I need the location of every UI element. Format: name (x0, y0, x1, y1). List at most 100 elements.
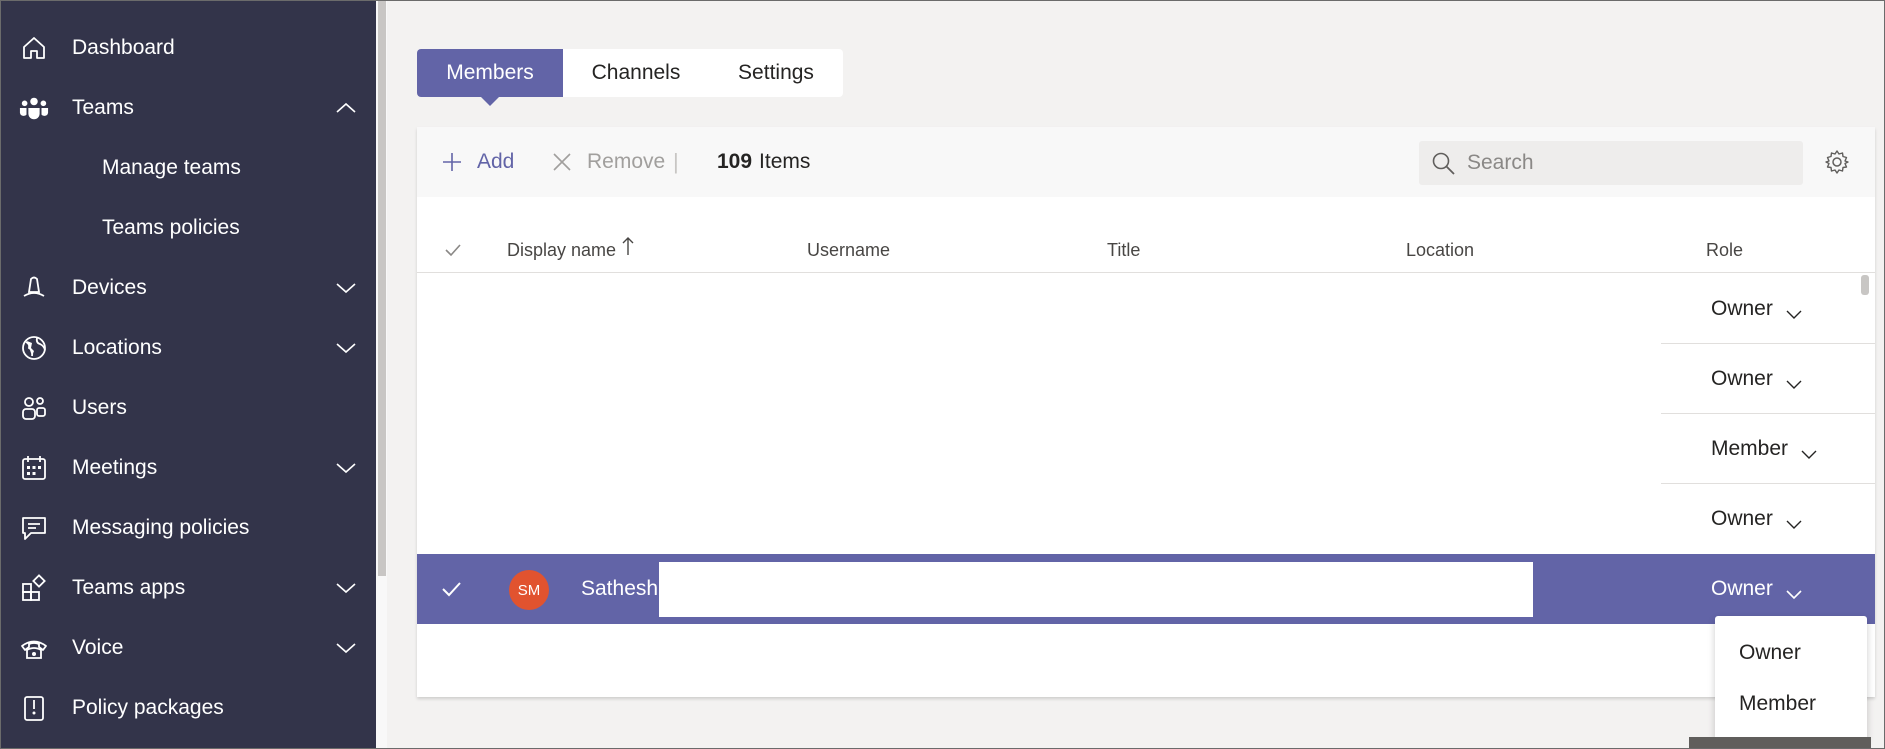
tab-bar: Members Channels Settings (417, 49, 843, 106)
column-header-display-name[interactable]: Display name (507, 227, 634, 273)
nav-label: Users (72, 396, 127, 419)
chevron-down-icon (1800, 443, 1818, 459)
nav-label: Messaging policies (72, 516, 250, 539)
chevron-down-icon (335, 341, 357, 355)
nav-label: Voice (72, 636, 124, 659)
nav-label: Teams apps (72, 576, 186, 599)
column-header-location[interactable]: Location (1406, 227, 1474, 273)
role-value: Owner (1711, 577, 1773, 600)
horizontal-scrollbar[interactable] (1689, 737, 1871, 748)
add-member-button[interactable]: Add (441, 127, 514, 197)
column-header-title[interactable]: Title (1107, 227, 1140, 273)
table-header: Display name Username Title Location Rol… (417, 227, 1875, 273)
nav-item-manage-teams[interactable]: Manage teams (1, 138, 376, 198)
role-dropdown[interactable]: Owner (1711, 554, 1803, 624)
tab-settings[interactable]: Settings (709, 49, 843, 97)
redacted-area (659, 562, 1533, 617)
nav-label: Manage teams (102, 156, 241, 179)
role-dropdown-menu: Owner Member (1715, 616, 1867, 740)
nav-item-teams-policies[interactable]: Teams policies (1, 198, 376, 258)
nav-item-meetings[interactable]: Meetings (1, 438, 376, 498)
users-icon (19, 393, 49, 423)
table-row[interactable]: Owner (417, 274, 1875, 344)
role-value: Member (1711, 437, 1789, 460)
apps-icon (19, 573, 49, 603)
role-dropdown[interactable]: Owner (1711, 274, 1803, 344)
package-icon (19, 693, 49, 723)
chevron-down-icon (1785, 373, 1803, 389)
items-count-number: 109 (717, 150, 753, 173)
column-header-username[interactable]: Username (807, 227, 890, 273)
phone-icon (19, 633, 49, 663)
close-icon (551, 151, 573, 173)
nav-item-locations[interactable]: Locations (1, 318, 376, 378)
chevron-down-icon (335, 461, 357, 475)
table-row-selected[interactable]: SM Sathesh Owner (417, 554, 1875, 624)
sort-ascending-icon (622, 236, 634, 256)
role-value: Owner (1711, 297, 1773, 320)
row-checkmark-icon[interactable] (439, 577, 463, 601)
chevron-down-icon (1785, 303, 1803, 319)
table-row[interactable]: Owner (417, 344, 1875, 414)
table-row[interactable]: Owner (417, 484, 1875, 554)
table-scrollbar-thumb[interactable] (1861, 275, 1869, 295)
column-label: Display name (507, 239, 617, 260)
nav-item-teams[interactable]: Teams (1, 78, 376, 138)
role-option-owner[interactable]: Owner (1739, 633, 1801, 673)
role-dropdown[interactable]: Owner (1711, 484, 1803, 554)
message-icon (19, 513, 49, 543)
chevron-down-icon (335, 581, 357, 595)
search-icon (1431, 151, 1456, 176)
tab-channels[interactable]: Channels (563, 49, 709, 97)
chevron-down-icon (1785, 583, 1803, 600)
items-count: 109 Items (717, 127, 810, 197)
nav-label: Teams (72, 96, 134, 119)
globe-icon (19, 333, 49, 363)
table-row[interactable]: Member (417, 414, 1875, 484)
nav-item-voice[interactable]: Voice (1, 618, 376, 678)
nav-item-messaging-policies[interactable]: Messaging policies (1, 498, 376, 558)
app-window: Dashboard Teams Manage teams Teams polic… (0, 0, 1885, 749)
left-navigation: Dashboard Teams Manage teams Teams polic… (1, 1, 376, 748)
nav-item-devices[interactable]: Devices (1, 258, 376, 318)
select-all-checkbox[interactable] (444, 227, 464, 273)
remove-label: Remove (587, 150, 666, 173)
nav-item-teams-apps[interactable]: Teams apps (1, 558, 376, 618)
members-panel: Add Remove | 109 Items Search Display na… (417, 127, 1875, 697)
role-dropdown[interactable]: Owner (1711, 344, 1803, 414)
nav-label: Policy packages (72, 696, 224, 719)
remove-member-button[interactable]: Remove (551, 127, 665, 197)
member-display-name: Sathesh (581, 577, 659, 600)
home-icon (19, 33, 49, 63)
chevron-down-icon (1785, 513, 1803, 529)
tab-members[interactable]: Members (417, 49, 563, 106)
nav-label: Dashboard (72, 36, 175, 59)
nav-item-policy-packages[interactable]: Policy packages (1, 678, 376, 738)
add-label: Add (477, 150, 515, 173)
gear-icon[interactable] (1824, 149, 1850, 175)
search-input[interactable] (1467, 141, 1787, 185)
chevron-up-icon (335, 101, 357, 115)
toolbar-separator: | (673, 149, 679, 174)
members-toolbar: Add Remove | 109 Items (417, 127, 1875, 197)
nav-label: Meetings (72, 456, 158, 479)
column-header-role[interactable]: Role (1706, 227, 1743, 273)
chevron-down-icon (335, 641, 357, 655)
chevron-down-icon (335, 281, 357, 295)
nav-label: Locations (72, 336, 162, 359)
devices-icon (19, 273, 49, 303)
page-scrollbar-thumb[interactable] (378, 1, 386, 576)
role-dropdown[interactable]: Member (1711, 414, 1818, 484)
nav-label: Devices (72, 276, 147, 299)
nav-item-dashboard[interactable]: Dashboard (1, 18, 376, 78)
role-option-member[interactable]: Member (1739, 684, 1816, 724)
role-value: Owner (1711, 507, 1773, 530)
nav-label: Teams policies (102, 216, 240, 239)
items-count-label: Items (759, 150, 811, 173)
nav-item-users[interactable]: Users (1, 378, 376, 438)
plus-icon (441, 151, 463, 173)
calendar-icon (19, 453, 49, 483)
role-value: Owner (1711, 367, 1773, 390)
search-box[interactable] (1419, 141, 1803, 185)
teams-icon (19, 93, 49, 123)
